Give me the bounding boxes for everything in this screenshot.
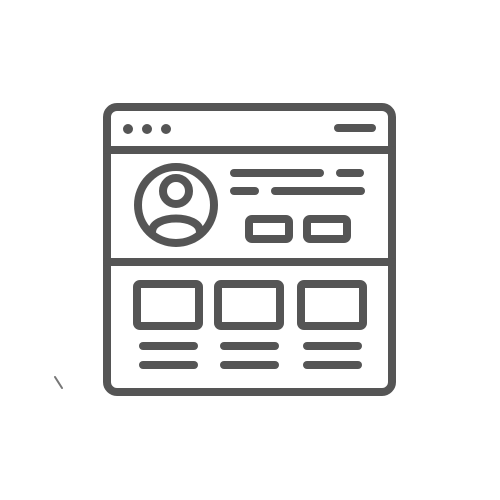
profile-button-1 [245,215,293,243]
profile-button-2 [303,215,351,243]
grid-card-1 [133,280,203,330]
avatar-head-icon [159,174,193,208]
title-bar-dot-2 [142,124,152,134]
grid-card-2 [214,280,284,330]
icon-svg [54,103,396,396]
profile-webpage-icon [0,0,500,500]
title-bar-dot-1 [123,124,133,134]
grid-card-3 [297,280,367,330]
title-bar-dot-3 [161,124,171,134]
avatar-shoulders-icon [148,214,204,236]
stray-mark [54,376,63,389]
